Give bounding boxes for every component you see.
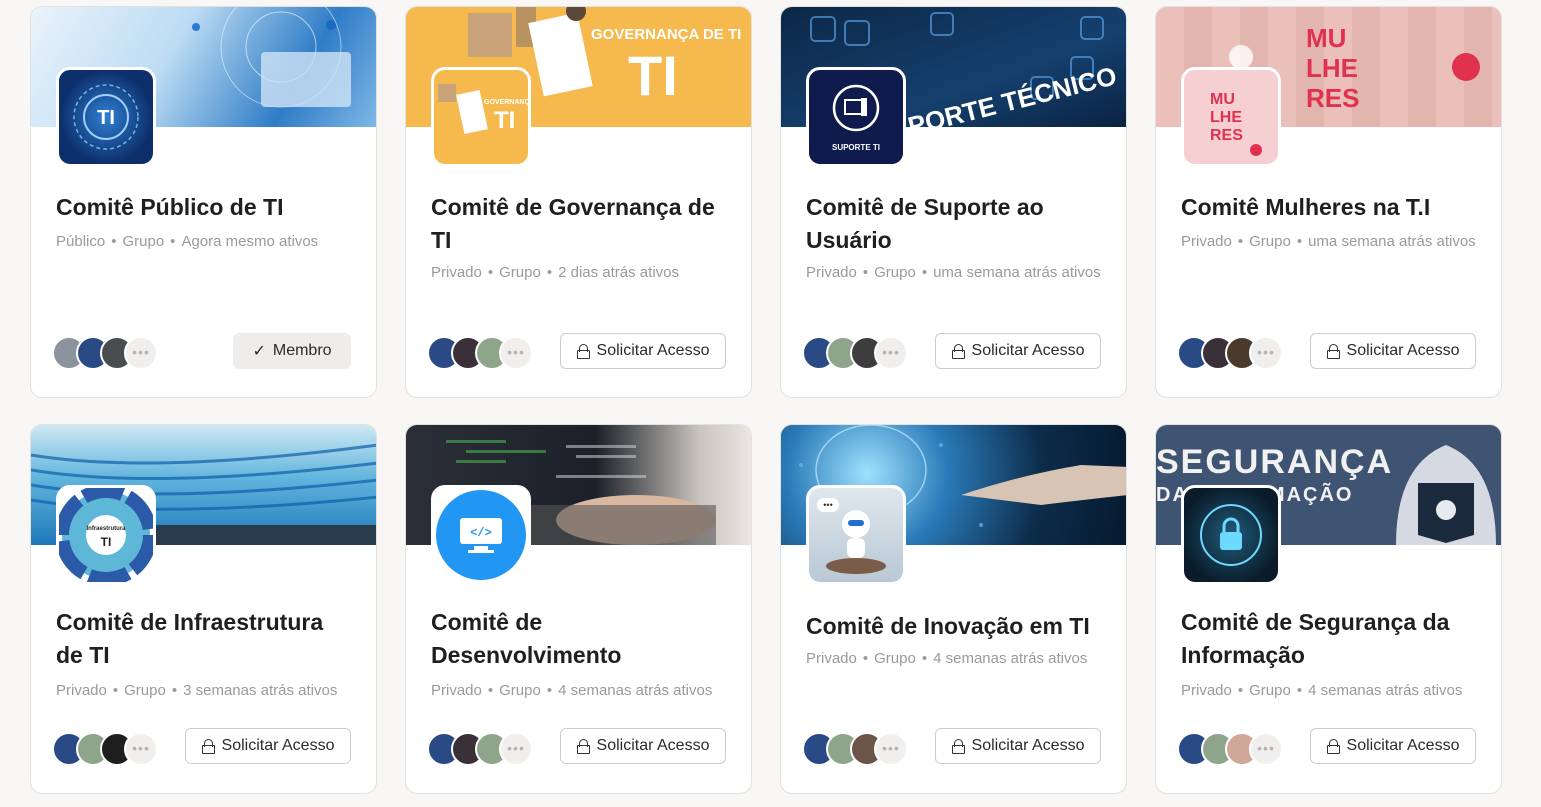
code-monitor-icon: </> <box>431 485 531 585</box>
lock-icon <box>951 344 965 359</box>
request-access-button[interactable]: Solicitar Acesso <box>935 728 1101 764</box>
padlock-shield-icon <box>1181 485 1281 585</box>
banner-title: PORTE TÉCNICO <box>905 60 1120 127</box>
svg-text:GOVERNANÇA: GOVERNANÇA <box>484 99 528 106</box>
svg-text:TI: TI <box>97 107 115 129</box>
group-meta: Privado • Grupo • uma semana atrás ativos <box>806 264 1101 281</box>
suporte-ti-icon: SUPORTE TI <box>806 67 906 167</box>
request-access-button[interactable]: Solicitar Acesso <box>935 333 1101 369</box>
check-icon: ✓ <box>252 343 266 360</box>
request-access-button[interactable]: Solicitar Acesso <box>1310 333 1476 369</box>
group-card[interactable]: PORTE TÉCNICO SUPORTE TI Comitê de Supor… <box>780 6 1127 398</box>
lock-icon <box>576 344 590 359</box>
svg-text:•••: ••• <box>823 500 832 510</box>
robot-icon: ••• <box>806 485 906 585</box>
request-access-button[interactable]: Solicitar Acesso <box>185 728 351 764</box>
lock-icon <box>1326 344 1340 359</box>
svg-text:RES: RES <box>1306 83 1359 113</box>
group-title[interactable]: Comitê de Suporte ao Usuário <box>806 191 1106 257</box>
svg-text:RES: RES <box>1210 127 1243 144</box>
svg-text:Infraestrutura: Infraestrutura <box>86 526 126 532</box>
group-card[interactable]: GOVERNANÇA DE TI TI GOVERNANÇATI Comitê … <box>405 6 752 398</box>
request-access-button[interactable]: Solicitar Acesso <box>560 333 726 369</box>
svg-text:TI: TI <box>101 535 112 549</box>
group-meta: Privado • Grupo • 3 semanas atrás ativos <box>56 682 338 699</box>
governanca-ti-icon: GOVERNANÇATI <box>431 67 531 167</box>
svg-text:TI: TI <box>628 44 678 107</box>
group-title[interactable]: Comitê de Inovação em TI <box>806 610 1106 643</box>
banner-title: GOVERNANÇA DE TI <box>591 26 741 43</box>
group-card[interactable]: MU LHE RES MU LHE RES Comitê Mulheres na T… <box>1155 6 1502 398</box>
group-title[interactable]: Comitê de Desenvolvimento <box>431 606 731 672</box>
svg-text:SUPORTE TI: SUPORTE TI <box>832 143 880 152</box>
lock-icon <box>576 739 590 754</box>
infraestrutura-wheel-icon: Infraestrutura TI <box>56 485 156 585</box>
svg-text:MU: MU <box>1306 23 1346 53</box>
svg-text:LHE: LHE <box>1306 53 1358 83</box>
group-title[interactable]: Comitê de Infraestrutura de TI <box>56 606 356 672</box>
group-card[interactable]: Infraestrutura TI Comitê de Infraestrutur… <box>30 424 377 794</box>
svg-text:TI: TI <box>494 107 515 134</box>
more-members-icon[interactable]: ••• <box>874 336 908 370</box>
svg-text:MU: MU <box>1210 91 1235 108</box>
more-members-icon[interactable]: ••• <box>1249 336 1283 370</box>
group-meta: Privado • Grupo • 4 semanas atrás ativos <box>1181 682 1463 699</box>
group-title[interactable]: Comitê Público de TI <box>56 191 356 224</box>
lock-icon <box>1326 739 1340 754</box>
request-access-button[interactable]: Solicitar Acesso <box>1310 728 1476 764</box>
more-members-icon[interactable]: ••• <box>499 732 533 766</box>
more-members-icon[interactable]: ••• <box>124 336 158 370</box>
group-card[interactable]: SEGURANÇA DA INFORMAÇÃO Comitê de Segura… <box>1155 424 1502 794</box>
ti-circuit-icon: TI <box>56 67 156 167</box>
group-title[interactable]: Comitê de Governança de TI <box>431 191 731 257</box>
group-meta: Público • Grupo • Agora mesmo ativos <box>56 233 319 250</box>
mulheres-tecnologia-icon: MU LHE RES <box>1181 67 1281 167</box>
more-members-icon[interactable]: ••• <box>124 732 158 766</box>
more-members-icon[interactable]: ••• <box>499 336 533 370</box>
group-card[interactable]: </> Comitê de Desenvolvimento Privado • Gr… <box>405 424 752 794</box>
group-title[interactable]: Comitê Mulheres na T.I <box>1181 191 1481 224</box>
svg-text:</>: </> <box>470 526 492 540</box>
svg-text:SEGURANÇA: SEGURANÇA <box>1156 443 1393 481</box>
more-members-icon[interactable]: ••• <box>1249 732 1283 766</box>
group-card[interactable]: TI Comitê Público de TI Público • Grupo • Ag… <box>30 6 377 398</box>
lock-icon <box>201 739 215 754</box>
group-meta: Privado • Grupo • 4 semanas atrás ativos <box>431 682 713 699</box>
group-meta: Privado • Grupo • 4 semanas atrás ativos <box>806 650 1088 667</box>
lock-icon <box>951 739 965 754</box>
request-access-button[interactable]: Solicitar Acesso <box>560 728 726 764</box>
group-title[interactable]: Comitê de Segurança da Informação <box>1181 606 1481 672</box>
group-meta: Privado • Grupo • uma semana atrás ativos <box>1181 233 1476 250</box>
more-members-icon[interactable]: ••• <box>874 732 908 766</box>
svg-text:LHE: LHE <box>1210 109 1242 126</box>
group-card[interactable]: ••• Comitê de Inovação em TI Privado • Gru… <box>780 424 1127 794</box>
group-meta: Privado • Grupo • 2 dias atrás ativos <box>431 264 679 281</box>
member-button[interactable]: ✓ Membro <box>233 333 351 369</box>
